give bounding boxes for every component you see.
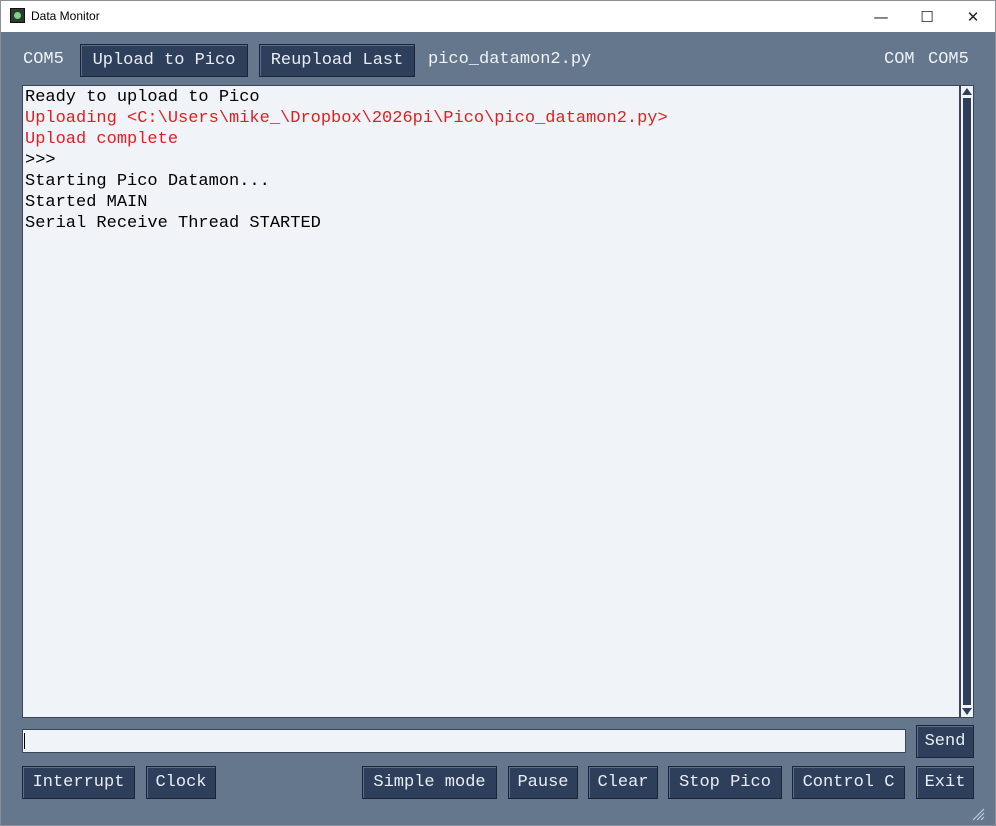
maximize-button[interactable]: ☐: [904, 1, 950, 32]
console-scrollbar[interactable]: [960, 85, 974, 718]
scroll-up-arrow-icon[interactable]: [962, 88, 972, 95]
console-line: Upload complete: [25, 130, 179, 149]
console-line: Serial Receive Thread STARTED: [25, 214, 321, 233]
maximize-icon: ☐: [920, 7, 934, 26]
pause-button[interactable]: Pause: [508, 766, 578, 799]
console-line: Starting Pico Datamon...: [25, 172, 270, 191]
console-line: Started MAIN: [25, 193, 148, 212]
console-line: Uploading <C:\Users\mike_\Dropbox\2026pi…: [25, 109, 668, 128]
resize-grip-icon[interactable]: [971, 807, 985, 821]
scrollbar-thumb[interactable]: [963, 98, 971, 705]
send-button[interactable]: Send: [916, 725, 974, 758]
clock-button[interactable]: Clock: [146, 766, 216, 799]
interrupt-button[interactable]: Interrupt: [22, 766, 135, 799]
scroll-down-arrow-icon[interactable]: [962, 708, 972, 715]
text-caret: [24, 733, 25, 749]
app-icon: [10, 8, 25, 23]
com-value: COM5: [928, 50, 969, 69]
control-c-button[interactable]: Control C: [792, 766, 905, 799]
minimize-button[interactable]: —: [858, 1, 904, 32]
console-line: Ready to upload to Pico: [25, 88, 260, 107]
clear-button[interactable]: Clear: [588, 766, 658, 799]
minimize-icon: —: [873, 7, 889, 26]
port-label: COM5: [23, 50, 64, 69]
filename-label: pico_datamon2.py: [428, 50, 592, 69]
main-window: Data Monitor — ☐ ✕ COM5 Upload to Pico R…: [0, 0, 996, 826]
reupload-last-button[interactable]: Reupload Last: [259, 44, 415, 77]
close-button[interactable]: ✕: [950, 1, 996, 32]
upload-to-pico-button[interactable]: Upload to Pico: [80, 44, 248, 77]
simple-mode-button[interactable]: Simple mode: [362, 766, 497, 799]
title-bar[interactable]: Data Monitor — ☐ ✕: [1, 1, 995, 32]
exit-button[interactable]: Exit: [916, 766, 974, 799]
com-label: COM: [884, 50, 915, 69]
command-input[interactable]: [22, 729, 906, 753]
console-line: >>>: [25, 151, 56, 170]
window-title: Data Monitor: [31, 9, 100, 23]
console-output[interactable]: Ready to upload to Pico Uploading <C:\Us…: [22, 85, 960, 718]
stop-pico-button[interactable]: Stop Pico: [668, 766, 782, 799]
close-icon: ✕: [966, 7, 980, 26]
